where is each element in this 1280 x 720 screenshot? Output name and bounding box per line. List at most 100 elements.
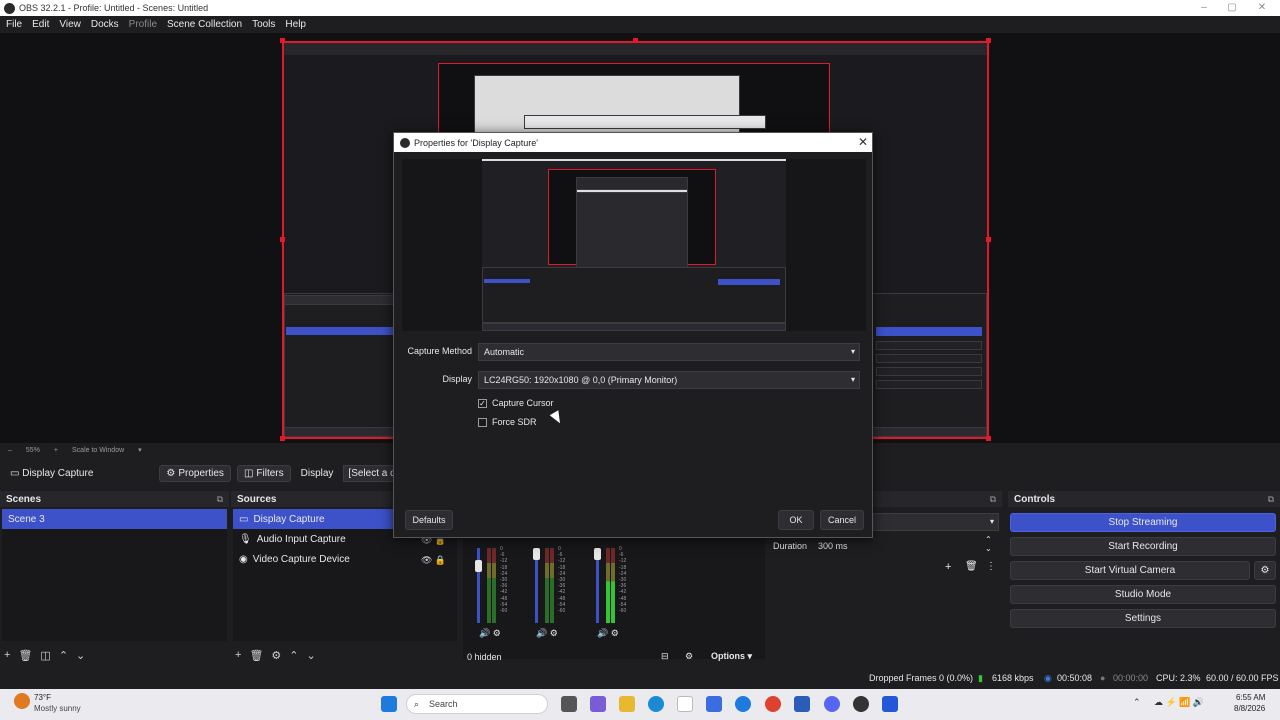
filter-icon: ◫ — [243, 467, 254, 479]
stop-streaming-button[interactable]: Stop Streaming — [1010, 513, 1276, 532]
discord-icon[interactable] — [824, 696, 840, 712]
move-down-icon[interactable]: ⌄ — [76, 649, 85, 662]
menu-view[interactable]: View — [59, 19, 81, 30]
scene-item[interactable]: Scene 3 — [2, 509, 227, 529]
properties-button[interactable]: ⚙ Properties — [159, 464, 231, 482]
close-icon[interactable]: ✕ — [858, 135, 868, 149]
app-taskbar-icon[interactable] — [882, 696, 898, 712]
display-select[interactable]: LC24RG50: 1920x1080 @ 0,0 (Primary Monit… — [478, 371, 860, 389]
db-scale: 0 -6 -12 -18 -24 -30 -36 -42 -48 -54 -60 — [500, 546, 508, 615]
move-up-icon[interactable]: ⌃ — [289, 649, 298, 662]
filter-icon[interactable]: ◫ — [40, 649, 50, 662]
gear-icon[interactable]: ⚙ — [271, 649, 281, 662]
start-virtual-camera-button[interactable]: Start Virtual Camera — [1010, 561, 1250, 580]
move-down-icon[interactable]: ⌄ — [307, 649, 316, 662]
resize-handle[interactable] — [986, 436, 991, 441]
chrome-icon[interactable] — [765, 696, 781, 712]
stream-time: 00:50:08 — [1057, 673, 1093, 683]
force-sdr-checkbox[interactable]: Force SDR — [478, 417, 537, 427]
file-explorer-icon[interactable] — [619, 696, 635, 712]
tray-chevron-icon[interactable]: ⌃ — [1133, 697, 1141, 708]
speaker-icon[interactable]: 🔊 ⚙ — [536, 628, 558, 639]
obs-taskbar-icon[interactable] — [853, 696, 869, 712]
volume-fader-knob[interactable] — [594, 548, 601, 560]
menu-tools[interactable]: Tools — [252, 19, 275, 30]
menu-edit[interactable]: Edit — [32, 19, 49, 30]
filters-button[interactable]: ◫ Filters — [236, 464, 291, 482]
duration-label: Duration — [773, 541, 808, 551]
help-icon[interactable] — [735, 696, 751, 712]
undock-icon[interactable]: ⧉ — [990, 494, 996, 505]
mixer-layout-icon[interactable]: ⊟ — [661, 651, 669, 662]
undock-icon[interactable]: ⧉ — [217, 494, 223, 505]
weather-icon[interactable] — [14, 693, 30, 709]
edge-icon[interactable] — [648, 696, 664, 712]
resize-handle[interactable] — [280, 436, 285, 441]
menu-profile[interactable]: Profile — [129, 19, 157, 30]
studio-mode-button[interactable]: Studio Mode — [1010, 585, 1276, 604]
minimize-icon[interactable]: – — [1190, 0, 1218, 16]
unchecked-box[interactable] — [478, 417, 487, 427]
resize-handle[interactable] — [986, 237, 991, 242]
mixer-settings-icon[interactable]: ⚙ — [685, 651, 693, 662]
chevron-down-icon[interactable]: ▾ — [138, 446, 142, 454]
start-recording-button[interactable]: Start Recording — [1010, 537, 1276, 556]
scale-mode[interactable]: Scale to Window — [72, 447, 124, 454]
speaker-icon[interactable]: 🔊 ⚙ — [597, 628, 619, 639]
mixer-options-button[interactable]: Options ▾ — [711, 651, 752, 662]
duration-spinner[interactable]: ⌃ ⌄ — [985, 535, 992, 553]
more-icon[interactable]: ⋮ — [986, 561, 996, 572]
trash-icon[interactable]: 🗑 — [965, 561, 978, 572]
menu-scene-collection[interactable]: Scene Collection — [167, 19, 242, 30]
ok-button[interactable]: OK — [778, 510, 814, 530]
transition-select[interactable]: ▾ — [873, 513, 999, 531]
taskbar-search[interactable]: ⌕ Search — [406, 694, 548, 714]
windows-start-icon[interactable] — [381, 696, 397, 712]
resize-handle[interactable] — [280, 38, 285, 43]
obs-logo-icon — [400, 137, 410, 148]
clock-time[interactable]: 6:55 AM — [1236, 693, 1265, 702]
trash-icon[interactable]: 🗑 — [249, 649, 263, 662]
hidden-count: 0 hidden — [467, 652, 502, 662]
task-view-icon[interactable] — [561, 696, 577, 712]
copilot-icon[interactable] — [590, 696, 606, 712]
visibility-eye-icon[interactable]: 👁 🔒 — [421, 555, 446, 566]
display-label: Display — [300, 467, 334, 479]
volume-meter — [487, 548, 491, 623]
maximize-icon[interactable]: ▢ — [1218, 0, 1246, 16]
store-icon[interactable] — [706, 696, 722, 712]
resize-handle[interactable] — [986, 38, 991, 43]
zoom-level: 55% — [25, 446, 40, 454]
trash-icon[interactable]: 🗑 — [18, 649, 32, 662]
menu-help[interactable]: Help — [285, 19, 306, 30]
menu-docks[interactable]: Docks — [91, 19, 119, 30]
move-up-icon[interactable]: ⌃ — [59, 649, 68, 662]
volume-fader-knob[interactable] — [475, 560, 482, 572]
zoom-in-icon[interactable]: + — [54, 447, 58, 454]
speaker-icon[interactable]: 🔊 ⚙ — [479, 628, 501, 639]
capture-method-select[interactable]: Automatic ▾ — [478, 343, 860, 361]
menu-file[interactable]: File — [6, 19, 22, 30]
capture-cursor-checkbox[interactable]: ✓ Capture Cursor — [478, 398, 554, 408]
virtual-camera-settings-icon[interactable]: ⚙ — [1254, 561, 1276, 580]
weather-temp[interactable]: 73°F — [34, 693, 51, 702]
checkmark-icon[interactable]: ✓ — [478, 398, 487, 408]
tray-icons[interactable]: ☁ ⚡ 📶 🔊 — [1154, 697, 1204, 708]
volume-fader-knob[interactable] — [533, 548, 540, 560]
duration-value[interactable]: 300 ms — [818, 541, 848, 551]
cancel-button[interactable]: Cancel — [820, 510, 864, 530]
weather-desc[interactable]: Mostly sunny — [34, 704, 81, 713]
resize-handle[interactable] — [633, 38, 638, 43]
add-icon[interactable]: + — [4, 649, 10, 662]
clock-date[interactable]: 8/8/2026 — [1234, 704, 1265, 713]
zoom-out-icon[interactable]: – — [8, 447, 12, 454]
defaults-button[interactable]: Defaults — [405, 510, 453, 530]
add-icon[interactable]: + — [945, 561, 951, 573]
resize-handle[interactable] — [280, 237, 285, 242]
undock-icon[interactable]: ⧉ — [1268, 494, 1274, 505]
notepad-icon[interactable] — [677, 696, 693, 712]
add-icon[interactable]: + — [235, 649, 241, 662]
outlook-icon[interactable] — [794, 696, 810, 712]
close-window-icon[interactable]: ✕ — [1248, 0, 1276, 16]
settings-button[interactable]: Settings — [1010, 609, 1276, 628]
